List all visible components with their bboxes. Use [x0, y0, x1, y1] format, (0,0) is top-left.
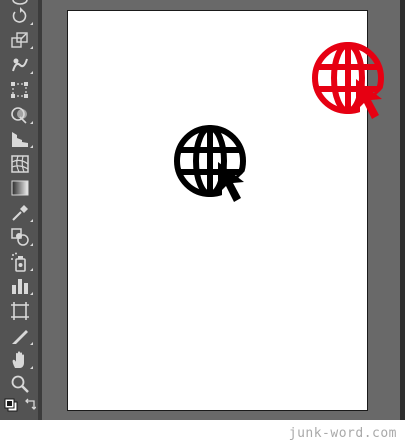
canvas-edge: [400, 0, 405, 420]
zoom-tool-icon[interactable]: [10, 374, 30, 394]
canvas-area[interactable]: [42, 0, 405, 420]
artboard-tool-icon[interactable]: [10, 301, 30, 321]
globe-cursor-icon[interactable]: [172, 124, 252, 204]
column-graph-tool-icon[interactable]: [10, 276, 33, 296]
watermark-text: junk-word.com: [288, 426, 397, 441]
rotate-tool-icon[interactable]: [10, 6, 33, 26]
warp-tool-icon[interactable]: [10, 55, 33, 75]
swap-fill-stroke-icon[interactable]: [24, 398, 36, 412]
blend-tool-icon[interactable]: [10, 227, 33, 247]
artboard[interactable]: [67, 10, 384, 411]
globe-cursor-icon-red[interactable]: [310, 41, 390, 125]
shape-builder-tool-icon[interactable]: [10, 105, 33, 125]
mesh-tool-icon[interactable]: [10, 154, 30, 174]
free-transform-tool-icon[interactable]: [10, 80, 30, 100]
slice-tool-icon[interactable]: [10, 326, 33, 346]
hand-tool-icon[interactable]: [10, 350, 33, 370]
tools-panel: [0, 0, 42, 420]
gradient-tool-icon[interactable]: [10, 178, 30, 198]
perspective-grid-tool-icon[interactable]: [10, 129, 33, 149]
symbol-sprayer-tool-icon[interactable]: [10, 252, 33, 272]
scale-tool-icon[interactable]: [10, 30, 33, 50]
fill-stroke-swatch-icon[interactable]: [4, 398, 18, 412]
footer: junk-word.com: [0, 420, 405, 446]
eyedropper-tool-icon[interactable]: [10, 203, 33, 223]
